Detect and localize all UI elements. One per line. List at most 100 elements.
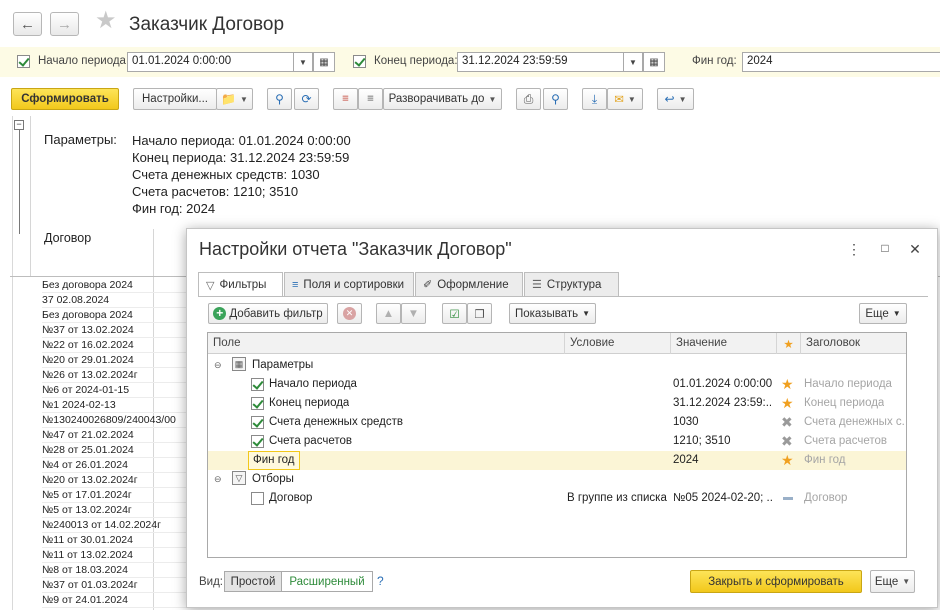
- column-title[interactable]: Заголовок: [800, 333, 906, 354]
- report-row[interactable]: №11 от 30.01.2024: [42, 533, 192, 548]
- fin-year-input[interactable]: 2024: [742, 52, 940, 72]
- more-actions-icon[interactable]: ⋮: [846, 241, 862, 258]
- report-row[interactable]: №1 2024-02-13: [42, 398, 192, 413]
- print-button[interactable]: ⎙: [516, 88, 541, 110]
- close-and-generate-button[interactable]: Закрыть и сформировать: [690, 570, 862, 593]
- report-row[interactable]: №8 от 18.03.2024: [42, 563, 192, 578]
- report-row[interactable]: №11 от 13.02.2024: [42, 548, 192, 563]
- column-condition[interactable]: Условие: [564, 333, 670, 354]
- table-row-selected[interactable]: Фин год 2024 ★ Фин год: [208, 451, 906, 470]
- move-up-button[interactable]: ▲: [376, 303, 401, 324]
- save-button[interactable]: ⤓: [582, 88, 607, 110]
- row-condition[interactable]: В группе из списка: [567, 492, 669, 504]
- row-value[interactable]: 1030: [673, 416, 699, 428]
- row-checkbox[interactable]: [251, 492, 264, 505]
- report-row[interactable]: №130240026809/240043/00: [42, 413, 192, 428]
- report-row[interactable]: №6 от 2024-01-15: [42, 383, 192, 398]
- send-button[interactable]: ✉ ▼: [607, 88, 643, 110]
- start-period-dropdown[interactable]: ▼: [293, 52, 313, 72]
- tab-fields-sorting[interactable]: ≡ Поля и сортировки: [284, 272, 414, 296]
- end-period-dropdown[interactable]: ▼: [623, 52, 643, 72]
- star-icon[interactable]: ★: [781, 376, 794, 393]
- table-row[interactable]: Конец периода 31.12.2024 23:59:... ★ Кон…: [208, 394, 906, 413]
- variants-button[interactable]: 📁 ▼: [216, 88, 253, 110]
- report-row[interactable]: №5 от 13.02.2024г: [42, 503, 192, 518]
- row-checkbox[interactable]: [251, 435, 264, 448]
- dash-icon[interactable]: [783, 497, 793, 500]
- start-period-checkbox[interactable]: [17, 55, 30, 68]
- row-value[interactable]: 2024: [673, 454, 699, 466]
- maximize-icon[interactable]: □: [877, 241, 893, 255]
- back-button[interactable]: ←: [13, 12, 42, 36]
- tab-structure[interactable]: ☰ Структура: [524, 272, 619, 296]
- more-button[interactable]: Еще ▼: [859, 303, 907, 324]
- row-value[interactable]: 31.12.2024 23:59:...: [673, 397, 771, 409]
- group-expand-button[interactable]: ≡: [333, 88, 358, 110]
- cross-icon[interactable]: ✖: [781, 414, 793, 431]
- start-period-input[interactable]: 01.01.2024 0:00:00: [127, 52, 294, 72]
- forward-button[interactable]: →: [50, 12, 79, 36]
- add-filter-button[interactable]: + Добавить фильтр: [208, 303, 328, 324]
- start-period-calendar-icon[interactable]: ▦: [313, 52, 335, 72]
- collapse-group-icon[interactable]: −: [14, 120, 24, 130]
- help-icon[interactable]: ?: [377, 574, 384, 588]
- row-checkbox[interactable]: [251, 416, 264, 429]
- find-next-button[interactable]: ⟳: [294, 88, 319, 110]
- close-icon[interactable]: ✕: [907, 241, 923, 258]
- show-dropdown[interactable]: Показывать ▼: [509, 303, 596, 324]
- group-collapse-button[interactable]: ≡: [358, 88, 383, 110]
- row-field-editor[interactable]: Фин год: [248, 451, 300, 470]
- report-row[interactable]: №20 от 13.02.2024г: [42, 473, 192, 488]
- report-row[interactable]: №37 от 13.02.2024: [42, 323, 192, 338]
- column-value[interactable]: Значение: [670, 333, 776, 354]
- table-row[interactable]: Договор В группе из списка №05 2024-02-2…: [208, 489, 906, 508]
- end-period-calendar-icon[interactable]: ▦: [643, 52, 665, 72]
- row-value[interactable]: 01.01.2024 0:00:00: [673, 378, 772, 390]
- report-row[interactable]: №26 от 13.02.2024г: [42, 368, 192, 383]
- star-icon[interactable]: ★: [781, 395, 794, 412]
- star-icon[interactable]: ★: [781, 452, 794, 469]
- view-advanced-button[interactable]: Расширенный: [282, 571, 373, 592]
- report-row[interactable]: Без договора 2024: [42, 308, 192, 323]
- move-down-button[interactable]: ▼: [401, 303, 426, 324]
- cross-icon[interactable]: ✖: [781, 433, 793, 450]
- report-row[interactable]: №240013 от 14.02.2024г: [42, 518, 192, 533]
- row-value[interactable]: 1210; 3510: [673, 435, 731, 447]
- generate-button[interactable]: Сформировать: [11, 88, 119, 110]
- settings-button[interactable]: Настройки...: [133, 88, 217, 110]
- column-field[interactable]: Поле: [208, 333, 564, 354]
- favorite-star-icon[interactable]: ★: [95, 9, 117, 33]
- report-row[interactable]: №37 от 01.03.2024г: [42, 578, 192, 593]
- report-row[interactable]: №5 от 17.01.2024г: [42, 488, 192, 503]
- report-row[interactable]: №4 от 26.01.2024: [42, 458, 192, 473]
- report-row[interactable]: №22 от 16.02.2024: [42, 338, 192, 353]
- table-row[interactable]: Начало периода 01.01.2024 0:00:00 ★ Нача…: [208, 375, 906, 394]
- collapse-icon[interactable]: ⊖: [214, 360, 224, 371]
- view-simple-button[interactable]: Простой: [224, 571, 282, 592]
- tab-filters[interactable]: ▽ Фильтры: [198, 272, 283, 297]
- end-period-checkbox[interactable]: [353, 55, 366, 68]
- end-period-input[interactable]: 31.12.2024 23:59:59: [457, 52, 624, 72]
- table-row[interactable]: Счета расчетов 1210; 3510 ✖ Счета расчет…: [208, 432, 906, 451]
- more-bottom-button[interactable]: Еще ▼: [870, 570, 915, 593]
- expand-to-dropdown[interactable]: Разворачивать до ▼: [383, 88, 502, 110]
- tab-appearance[interactable]: ✐ Оформление: [415, 272, 523, 296]
- report-row[interactable]: Без договора 2024: [42, 278, 192, 293]
- report-row[interactable]: №28 от 25.01.2024: [42, 443, 192, 458]
- report-row[interactable]: 37 02.08.2024: [42, 293, 192, 308]
- report-row[interactable]: №9 от 24.01.2024: [42, 593, 192, 608]
- check-all-button[interactable]: ☑: [442, 303, 467, 324]
- tree-group-params[interactable]: ⊖ ▦ Параметры: [208, 356, 906, 375]
- tree-group-filters[interactable]: ⊖ ▽ Отборы: [208, 470, 906, 489]
- row-value[interactable]: №05 2024-02-20; ...: [673, 492, 773, 504]
- report-row[interactable]: №47 от 21.02.2024: [42, 428, 192, 443]
- row-checkbox[interactable]: [251, 397, 264, 410]
- find-button[interactable]: ⚲: [267, 88, 292, 110]
- row-checkbox[interactable]: [251, 378, 264, 391]
- uncheck-all-button[interactable]: ❐: [467, 303, 492, 324]
- table-row[interactable]: Счета денежных средств 1030 ✖ Счета дене…: [208, 413, 906, 432]
- collapse-icon[interactable]: ⊖: [214, 474, 224, 485]
- print-preview-button[interactable]: ⚲: [543, 88, 568, 110]
- delete-button[interactable]: ✕: [337, 303, 362, 324]
- undo-button[interactable]: ↩ ▼: [657, 88, 694, 110]
